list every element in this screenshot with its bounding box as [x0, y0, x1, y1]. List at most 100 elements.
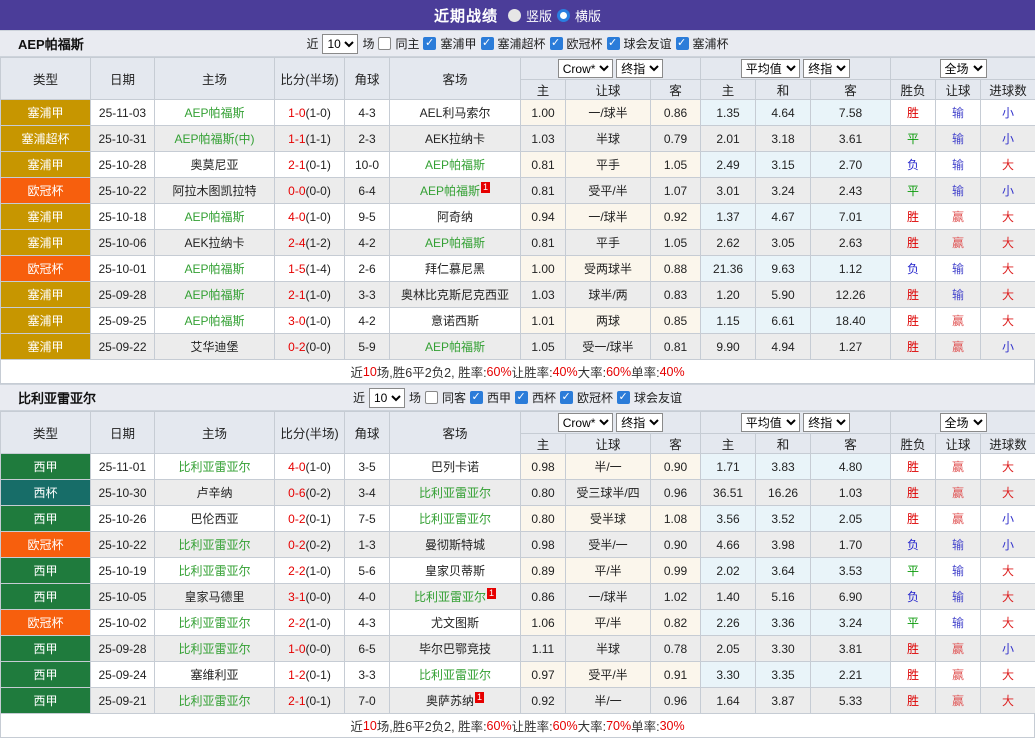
away-team-name: 巴列卡诺: [431, 460, 479, 474]
column-header-col-away: 客场: [390, 412, 521, 454]
odds-away-cell: 1.27: [811, 334, 891, 360]
league-checkbox[interactable]: [607, 37, 620, 50]
column-header-od-away: 客: [811, 80, 891, 100]
odds-home-cell: 3.56: [701, 506, 756, 532]
handicap-away-odds-cell: 0.88: [651, 256, 701, 282]
result-scope-select[interactable]: 全场: [940, 413, 987, 432]
league-checkbox[interactable]: [617, 391, 630, 404]
match-row: 塞浦甲25-09-25AEP帕福斯3-0(1-0)4-2意诺西斯1.01两球0.…: [1, 308, 1035, 334]
full-time-score: 2-4: [288, 236, 305, 250]
result-wdl-cell: 平: [891, 558, 936, 584]
score-cell: 0-2(0-1): [275, 506, 345, 532]
league-checkbox[interactable]: [423, 37, 436, 50]
league-checkbox[interactable]: [470, 391, 483, 404]
odds-stage-select[interactable]: 终指: [803, 59, 850, 78]
away-team-cell: 皇家贝蒂斯: [390, 558, 521, 584]
away-team-cell: AEP帕福斯: [390, 334, 521, 360]
team-name: 比利亚雷亚尔: [18, 388, 96, 407]
league-badge-cell: 塞浦甲: [1, 334, 91, 360]
odds-away-cell: 2.43: [811, 178, 891, 204]
full-time-score: 2-1: [288, 158, 305, 172]
home-team-cell: 比利亚雷亚尔: [155, 558, 275, 584]
result-goals-cell: 大: [981, 256, 1035, 282]
home-team-name: 塞维利亚: [190, 668, 238, 682]
league-badge-cell: 欧冠杯: [1, 178, 91, 204]
score-cell: 2-4(1-2): [275, 230, 345, 256]
handicap-stage-select[interactable]: 终指: [616, 59, 663, 78]
handicap-line-cell: 受两球半: [566, 256, 651, 282]
column-header-od-home: 主: [701, 80, 756, 100]
recent-count-select[interactable]: 10: [369, 388, 405, 408]
handicap-line-cell: 一/球半: [566, 204, 651, 230]
handicap-stage-select[interactable]: 终指: [616, 413, 663, 432]
result-scope-select[interactable]: 全场: [940, 59, 987, 78]
result-handicap-cell: 输: [936, 100, 981, 126]
result-wdl-cell: 负: [891, 256, 936, 282]
result-wdl-cell: 平: [891, 126, 936, 152]
odds-provider-select[interactable]: 平均值: [741, 59, 800, 78]
horizontal-layout-radio[interactable]: [557, 9, 570, 22]
away-team-name: AEP帕福斯: [425, 236, 485, 250]
away-team-cell: 尤文图斯: [390, 610, 521, 636]
league-badge-cell: 塞浦甲: [1, 100, 91, 126]
odds-stage-select[interactable]: 终指: [803, 413, 850, 432]
odds-away-cell: 2.21: [811, 662, 891, 688]
summary-stat-value: 60%: [487, 365, 512, 379]
same-venue-checkbox[interactable]: [425, 391, 438, 404]
date-cell: 25-10-06: [91, 230, 155, 256]
column-header-col-date: 日期: [91, 58, 155, 100]
odds-draw-cell: 5.16: [756, 584, 811, 610]
handicap-home-odds-cell: 0.81: [521, 152, 566, 178]
match-row: 塞浦甲25-10-18AEP帕福斯4-0(1-0)9-5阿奇纳0.94一/球半0…: [1, 204, 1035, 230]
away-team-name: AEP帕福斯: [425, 158, 485, 172]
away-team-name: 毕尔巴鄂竞技: [419, 642, 491, 656]
result-goals-cell: 大: [981, 662, 1035, 688]
corner-cell: 1-3: [345, 532, 390, 558]
handicap-provider-select[interactable]: Crow*: [558, 59, 613, 78]
away-team-name: 曼彻斯特城: [425, 538, 485, 552]
odds-draw-cell: 3.30: [756, 636, 811, 662]
column-header-col-type: 类型: [1, 58, 91, 100]
filter-controls: 近10场同客西甲西杯欧冠杯球会友谊: [353, 388, 682, 408]
odds-away-cell: 3.53: [811, 558, 891, 584]
league-checkbox-label: 塞浦甲: [440, 35, 476, 52]
half-time-score: (1-4): [306, 262, 331, 276]
corner-cell: 3-4: [345, 480, 390, 506]
same-venue-checkbox[interactable]: [378, 37, 391, 50]
odds-draw-cell: 3.05: [756, 230, 811, 256]
date-cell: 25-10-22: [91, 532, 155, 558]
league-checkbox[interactable]: [515, 391, 528, 404]
away-team-name: 比利亚雷亚尔: [414, 590, 486, 604]
league-badge-cell: 塞浦甲: [1, 152, 91, 178]
handicap-away-odds-cell: 1.05: [651, 152, 701, 178]
result-handicap-cell: 赢: [936, 204, 981, 230]
score-cell: 1-5(1-4): [275, 256, 345, 282]
column-header-ah-home: 主: [521, 434, 566, 454]
half-time-score: (1-2): [306, 236, 331, 250]
league-checkbox[interactable]: [550, 37, 563, 50]
corner-cell: 4-0: [345, 584, 390, 610]
column-header-col-corner: 角球: [345, 412, 390, 454]
odds-home-cell: 1.37: [701, 204, 756, 230]
odds-provider-select[interactable]: 平均值: [741, 413, 800, 432]
result-handicap-cell: 输: [936, 558, 981, 584]
summary-stat-value: 10: [363, 365, 377, 379]
result-group-header: 全场: [891, 412, 1035, 434]
league-checkbox[interactable]: [676, 37, 689, 50]
team-name: AEP帕福斯: [18, 34, 84, 53]
league-checkbox[interactable]: [481, 37, 494, 50]
handicap-line-cell: 平手: [566, 230, 651, 256]
match-row: 西甲25-10-19比利亚雷亚尔2-2(1-0)5-6皇家贝蒂斯0.89平/半0…: [1, 558, 1035, 584]
home-team-name: 卢辛纳: [196, 486, 232, 500]
league-checkbox[interactable]: [560, 391, 573, 404]
date-cell: 25-09-24: [91, 662, 155, 688]
handicap-home-odds-cell: 0.92: [521, 688, 566, 714]
home-team-cell: 奥莫尼亚: [155, 152, 275, 178]
handicap-provider-select[interactable]: Crow*: [558, 413, 613, 432]
vertical-layout-radio[interactable]: [508, 9, 521, 22]
date-cell: 25-10-02: [91, 610, 155, 636]
away-team-cell: AEL利马索尔: [390, 100, 521, 126]
summary-stat-value: 30%: [660, 719, 685, 733]
column-header-ah-away: 客: [651, 80, 701, 100]
recent-count-select[interactable]: 10: [322, 34, 358, 54]
